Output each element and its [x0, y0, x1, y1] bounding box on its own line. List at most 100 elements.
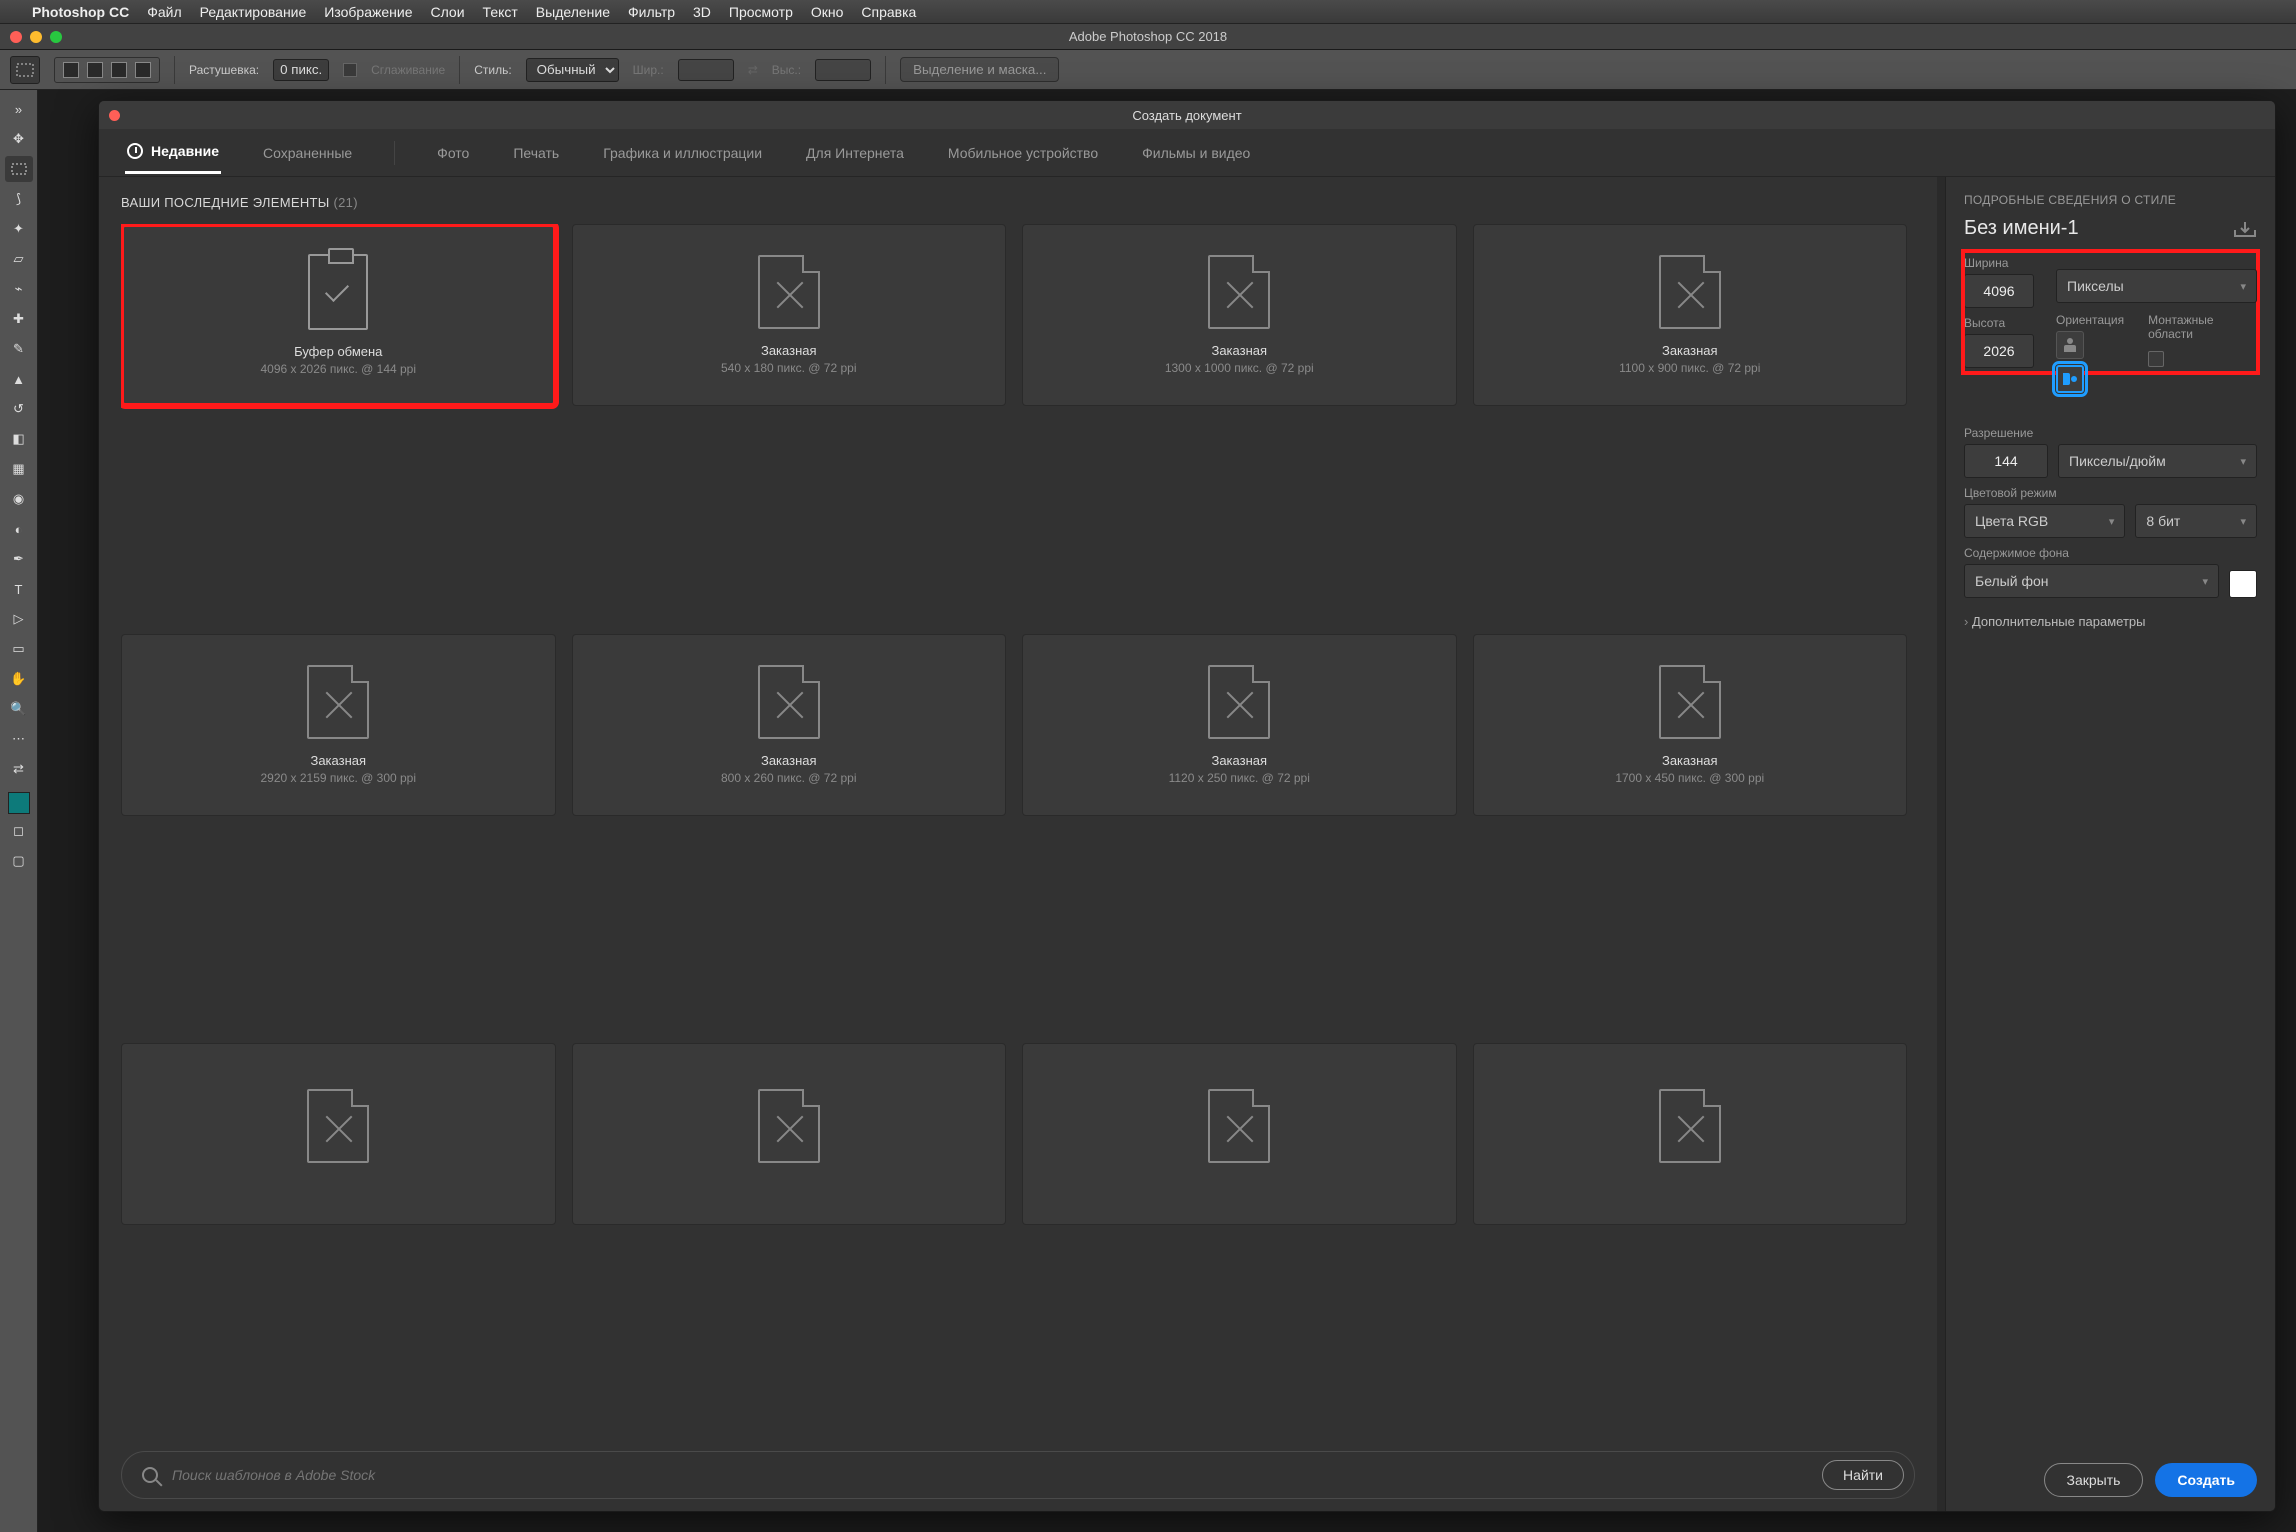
eyedropper-tool-icon[interactable]: ⌁ [5, 276, 33, 302]
gradient-tool-icon[interactable]: ▦ [5, 456, 33, 482]
tab-web[interactable]: Для Интернета [804, 133, 906, 173]
find-button[interactable]: Найти [1822, 1460, 1904, 1490]
preset-tile[interactable]: Заказная1300 x 1000 пикс. @ 72 ppi [1022, 224, 1457, 406]
preset-tile[interactable]: Заказная800 x 260 пикс. @ 72 ppi [572, 634, 1007, 816]
preset-name: Заказная [761, 343, 817, 358]
pen-tool-icon[interactable]: ✒ [5, 546, 33, 572]
menu-file[interactable]: Файл [147, 4, 181, 20]
tab-saved[interactable]: Сохраненные [261, 133, 354, 173]
blur-tool-icon[interactable]: ◉ [5, 486, 33, 512]
edit-toolbar-icon[interactable]: ⇄ [5, 756, 33, 782]
type-tool-icon[interactable]: T [5, 576, 33, 602]
quick-select-tool-icon[interactable]: ✦ [5, 216, 33, 242]
width-unit-select[interactable]: Пикселы▾ [2056, 269, 2257, 303]
antialias-checkbox[interactable] [343, 63, 357, 77]
orientation-landscape[interactable] [2056, 365, 2084, 393]
close-button[interactable]: Закрыть [2044, 1463, 2144, 1497]
selection-subtract-icon[interactable] [111, 62, 127, 78]
tab-print[interactable]: Печать [511, 133, 561, 173]
create-button[interactable]: Создать [2155, 1463, 2257, 1497]
color-depth-select[interactable]: 8 бит▾ [2135, 504, 2257, 538]
feather-input[interactable] [273, 59, 329, 81]
orientation-portrait[interactable] [2056, 331, 2084, 359]
heal-tool-icon[interactable]: ✚ [5, 306, 33, 332]
selection-add-icon[interactable] [87, 62, 103, 78]
document-icon [307, 665, 369, 739]
document-icon [1659, 1089, 1721, 1163]
preset-tile[interactable]: Заказная1120 x 250 пикс. @ 72 ppi [1022, 634, 1457, 816]
shape-tool-icon[interactable]: ▭ [5, 636, 33, 662]
preset-tile[interactable]: Заказная540 x 180 пикс. @ 72 ppi [572, 224, 1007, 406]
menu-window[interactable]: Окно [811, 4, 844, 20]
preset-tile[interactable]: Заказная2920 x 2159 пикс. @ 300 ppi [121, 634, 556, 816]
menu-3d[interactable]: 3D [693, 4, 711, 20]
menu-edit[interactable]: Редактирование [200, 4, 307, 20]
orientation-label: Ориентация [2056, 313, 2124, 327]
new-document-dialog: Создать документ Недавние Сохраненные Фо… [98, 100, 2276, 1512]
menu-image[interactable]: Изображение [324, 4, 412, 20]
select-and-mask-button[interactable]: Выделение и маска... [900, 57, 1059, 82]
menu-layers[interactable]: Слои [431, 4, 465, 20]
brush-tool-icon[interactable]: ✎ [5, 336, 33, 362]
style-select[interactable]: Обычный [526, 58, 619, 82]
current-tool-icon[interactable] [10, 56, 40, 84]
preset-tile[interactable] [1473, 1043, 1908, 1225]
lasso-tool-icon[interactable]: ⟆ [5, 186, 33, 212]
height-input[interactable] [1964, 334, 2034, 368]
advanced-toggle[interactable]: Дополнительные параметры [1964, 614, 2257, 629]
preset-tile[interactable]: Буфер обмена 4096 x 2026 пикс. @ 144 ppi [121, 224, 556, 406]
artboards-checkbox[interactable] [2148, 351, 2164, 367]
width-input[interactable] [1964, 274, 2034, 308]
quick-mask-icon[interactable]: ◻ [5, 818, 33, 844]
stamp-tool-icon[interactable]: ▲ [5, 366, 33, 392]
color-mode-select[interactable]: Цвета RGB▾ [1964, 504, 2125, 538]
screen-mode-icon[interactable]: ▢ [5, 848, 33, 874]
menu-select[interactable]: Выделение [536, 4, 610, 20]
divider [174, 56, 175, 84]
preset-tile[interactable] [572, 1043, 1007, 1225]
preset-tile[interactable]: Заказная1700 x 450 пикс. @ 300 ppi [1473, 634, 1908, 816]
tab-photo[interactable]: Фото [435, 133, 471, 173]
expand-icon[interactable]: » [5, 96, 33, 122]
history-brush-tool-icon[interactable]: ↺ [5, 396, 33, 422]
preset-name: Буфер обмена [294, 344, 382, 359]
dodge-tool-icon[interactable]: ◐ [5, 516, 33, 542]
foreground-swatch[interactable] [8, 792, 30, 814]
artboards-label: Монтажные области [2148, 313, 2257, 341]
selection-intersect-icon[interactable] [135, 62, 151, 78]
eraser-tool-icon[interactable]: ◧ [5, 426, 33, 452]
menu-filter[interactable]: Фильтр [628, 4, 675, 20]
preset-dims: 4096 x 2026 пикс. @ 144 ppi [260, 362, 416, 376]
preset-tile[interactable]: Заказная1100 x 900 пикс. @ 72 ppi [1473, 224, 1908, 406]
selection-new-icon[interactable] [63, 62, 79, 78]
search-icon [142, 1467, 158, 1483]
menu-help[interactable]: Справка [861, 4, 916, 20]
preset-tile[interactable] [1022, 1043, 1457, 1225]
background-swatch[interactable] [2229, 570, 2257, 598]
path-select-tool-icon[interactable]: ▷ [5, 606, 33, 632]
background-select[interactable]: Белый фон▾ [1964, 564, 2219, 598]
divider [459, 56, 460, 84]
stock-search-input[interactable] [172, 1467, 1808, 1483]
app-name[interactable]: Photoshop CC [32, 4, 129, 20]
tab-mobile[interactable]: Мобильное устройство [946, 133, 1100, 173]
tab-art[interactable]: Графика и иллюстрации [601, 133, 764, 173]
document-name[interactable]: Без имени-1 [1964, 217, 2079, 240]
zoom-tool-icon[interactable]: 🔍 [5, 696, 33, 722]
move-tool-icon[interactable]: ✥ [5, 126, 33, 152]
crop-tool-icon[interactable]: ▱ [5, 246, 33, 272]
divider [885, 56, 886, 84]
marquee-tool-icon[interactable] [5, 156, 33, 182]
scrollbar[interactable] [1937, 177, 1945, 1511]
resolution-unit-select[interactable]: Пикселы/дюйм▾ [2058, 444, 2257, 478]
preset-tile[interactable] [121, 1043, 556, 1225]
hand-tool-icon[interactable]: ✋ [5, 666, 33, 692]
menu-view[interactable]: Просмотр [729, 4, 793, 20]
resolution-input[interactable] [1964, 444, 2048, 478]
tab-film[interactable]: Фильмы и видео [1140, 133, 1252, 173]
menu-text[interactable]: Текст [483, 4, 518, 20]
color-mode-label: Цветовой режим [1964, 486, 2257, 500]
tab-recent[interactable]: Недавние [125, 131, 221, 174]
save-preset-icon[interactable] [2233, 220, 2257, 238]
more-tool-icon[interactable]: ⋯ [5, 726, 33, 752]
